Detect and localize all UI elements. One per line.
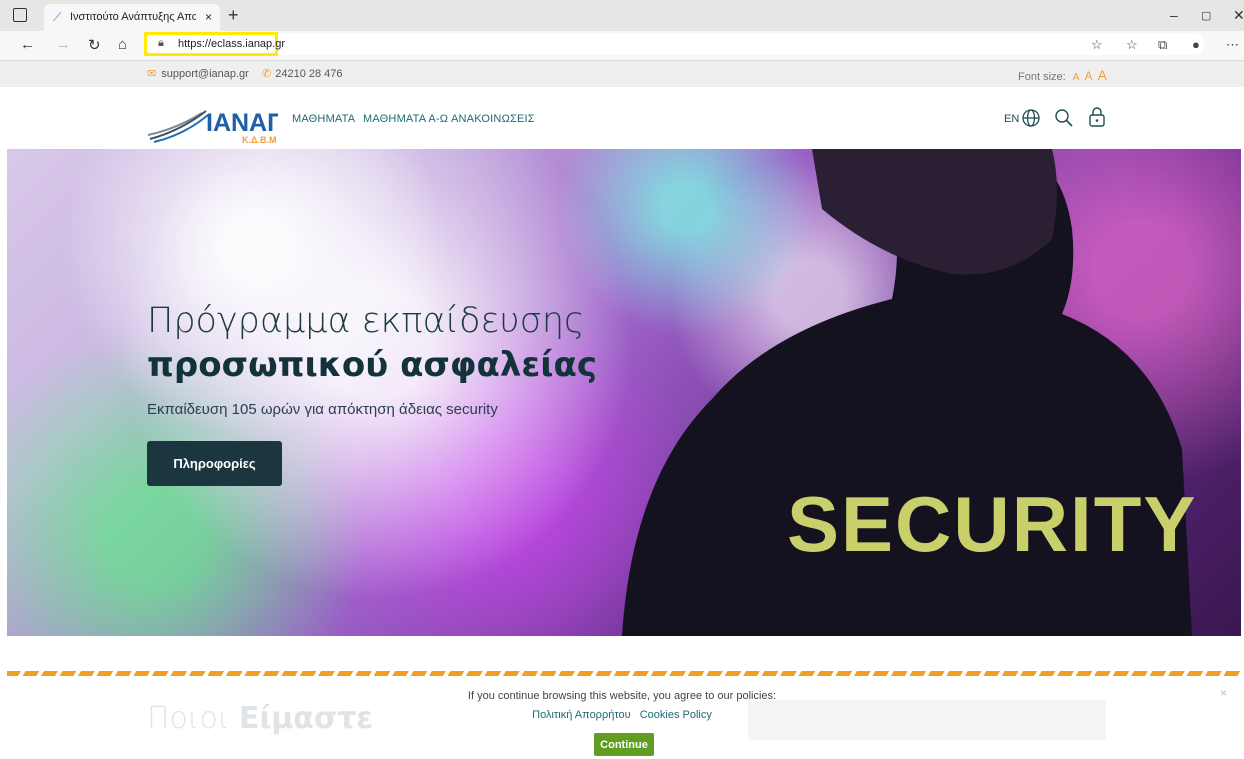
forward-arrow-icon[interactable]: → <box>56 36 71 53</box>
minimize-button[interactable]: – <box>1170 7 1178 23</box>
hero-subtitle: Εκπαίδευση 105 ωρών για απόκτηση άδειας … <box>147 401 498 418</box>
cookies-policy-link[interactable]: Cookies Policy <box>640 709 712 721</box>
cookie-links: Πολιτική Απορρήτου Cookies Policy <box>0 709 1244 721</box>
hero-banner: Πρόγραμμα εκπαίδευσης προσωπικού ασφαλεί… <box>7 149 1241 636</box>
phone-icon: ✆ <box>262 68 272 80</box>
profile-avatar-icon[interactable]: ● <box>1192 37 1200 52</box>
phone-link[interactable]: ✆ 24210 28 476 <box>262 67 343 80</box>
close-window-button[interactable]: ✕ <box>1233 7 1244 24</box>
jacket-security-text: SECURITY <box>787 480 1198 568</box>
font-size-medium[interactable]: A <box>1084 69 1092 83</box>
logo-subtext: Κ.Δ.Β.Μ <box>242 135 276 145</box>
font-size-large[interactable]: A <box>1098 67 1107 83</box>
favorites-list-icon[interactable]: ☆ <box>1126 37 1138 53</box>
new-tab-button[interactable]: + <box>228 5 239 26</box>
home-icon[interactable]: ⌂ <box>118 36 127 53</box>
tab-close-button[interactable]: × <box>205 10 212 24</box>
search-icon[interactable] <box>1054 108 1074 128</box>
favorite-star-icon[interactable]: ☆ <box>1091 37 1103 53</box>
globe-icon[interactable] <box>1021 108 1041 128</box>
cookie-continue-button[interactable]: Continue <box>594 733 654 756</box>
restore-button[interactable]: ▢ <box>1201 9 1211 22</box>
font-size-control: Font size: A A A <box>1018 67 1107 83</box>
nav-courses-a-z[interactable]: ΜΑΘΗΜΑΤΑ Α-Ω <box>363 113 448 125</box>
ianap-logo[interactable]: ΙΑΝΑΠ Κ.Δ.Β.Μ <box>146 99 278 145</box>
more-menu-icon[interactable]: ⋯ <box>1226 37 1239 53</box>
collections-icon[interactable]: ⧉ <box>1158 37 1167 53</box>
address-bar[interactable] <box>144 33 1204 55</box>
decorative-stripe <box>7 671 1241 676</box>
nav-courses[interactable]: ΜΑΘΗΜΑΤΑ <box>292 113 355 125</box>
refresh-icon[interactable]: ↻ <box>88 36 101 54</box>
browser-tab[interactable]: ⟋ Ινστιτούτο Ανάπτυξης Απασχόλ × <box>44 4 220 31</box>
back-arrow-icon[interactable]: ← <box>20 36 35 53</box>
logo-wordmark: ΙΑΝΑΠ <box>206 109 278 137</box>
privacy-policy-link[interactable]: Πολιτική Απορρήτου <box>532 709 631 721</box>
cookie-close-icon[interactable]: × <box>1220 686 1227 700</box>
info-button[interactable]: Πληροφορίες <box>147 441 282 486</box>
tab-actions-icon[interactable] <box>13 8 27 22</box>
site-favicon-icon: ⟋ <box>53 10 62 24</box>
envelope-icon: ✉ <box>147 68 157 80</box>
nav-announcements[interactable]: ΑΝΑΚΟΙΝΩΣΕΙΣ <box>451 113 535 125</box>
login-lock-icon[interactable] <box>1088 106 1106 128</box>
tab-title: Ινστιτούτο Ανάπτυξης Απασχόλ <box>70 11 196 23</box>
language-switch[interactable]: EN <box>1004 113 1019 125</box>
url-text[interactable]: https://eclass.ianap.gr <box>178 38 285 50</box>
hero-title-line1: Πρόγραμμα εκπαίδευσης <box>147 301 585 341</box>
support-email-link[interactable]: ✉ support@ianap.gr <box>147 67 249 80</box>
cookie-message: If you continue browsing this website, y… <box>467 690 777 702</box>
lock-icon[interactable]: 🔒︎ <box>158 37 164 50</box>
hero-title-line2: προσωπικού ασφαλείας <box>147 345 598 385</box>
font-size-small[interactable]: A <box>1073 72 1080 83</box>
